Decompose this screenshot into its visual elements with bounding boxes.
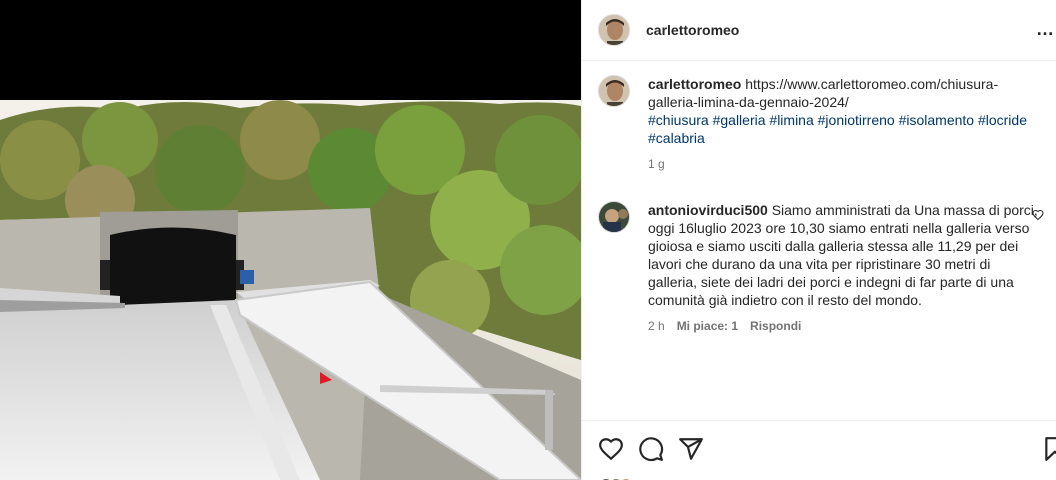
comment-body: antoniovirduci500 Siamo amministrati da …	[648, 201, 1040, 335]
caption-avatar[interactable]	[598, 75, 630, 107]
caption-username[interactable]: carlettoromeo	[648, 76, 741, 92]
commenter-avatar[interactable]	[598, 201, 630, 233]
tunnel-photo	[0, 100, 581, 480]
author-username[interactable]: carlettoromeo	[646, 22, 739, 38]
comment-item: antoniovirduci500 Siamo amministrati da …	[598, 201, 1044, 335]
caption: carlettoromeo https://www.carlettoromeo.…	[598, 75, 1040, 173]
comments-list: carlettoromeo https://www.carlettoromeo.…	[582, 61, 1056, 420]
comment-likes[interactable]: Mi piace: 1	[677, 317, 738, 335]
author-avatar[interactable]	[598, 14, 630, 46]
share-icon[interactable]	[678, 436, 704, 462]
post-panel: carlettoromeo … carlettoromeo https://ww…	[581, 0, 1056, 480]
caption-meta: 1 g	[648, 155, 1040, 173]
post-header: carlettoromeo …	[582, 0, 1056, 61]
comment-icon[interactable]	[638, 436, 664, 462]
comment-meta: 2 h Mi piace: 1 Rispondi	[648, 317, 1040, 335]
comment-like-icon[interactable]	[1032, 209, 1044, 221]
caption-hashtags[interactable]: #chiusura #galleria #limina #joniotirren…	[648, 111, 1040, 147]
post-media[interactable]	[0, 0, 581, 480]
caption-age[interactable]: 1 g	[648, 155, 665, 173]
commenter-username[interactable]: antoniovirduci500	[648, 202, 768, 218]
heart-icon[interactable]	[598, 436, 624, 462]
reply-button[interactable]: Rispondi	[750, 317, 801, 335]
caption-body: carlettoromeo https://www.carlettoromeo.…	[648, 75, 1040, 173]
comment-text-block: antoniovirduci500 Siamo amministrati da …	[648, 201, 1040, 309]
post-photo[interactable]	[0, 100, 581, 480]
comment-age[interactable]: 2 h	[648, 317, 665, 335]
bookmark-icon[interactable]	[1042, 436, 1056, 462]
caption-text-block: carlettoromeo https://www.carlettoromeo.…	[648, 75, 1040, 111]
action-bar	[582, 420, 1056, 480]
more-options-icon[interactable]: …	[1036, 20, 1056, 38]
